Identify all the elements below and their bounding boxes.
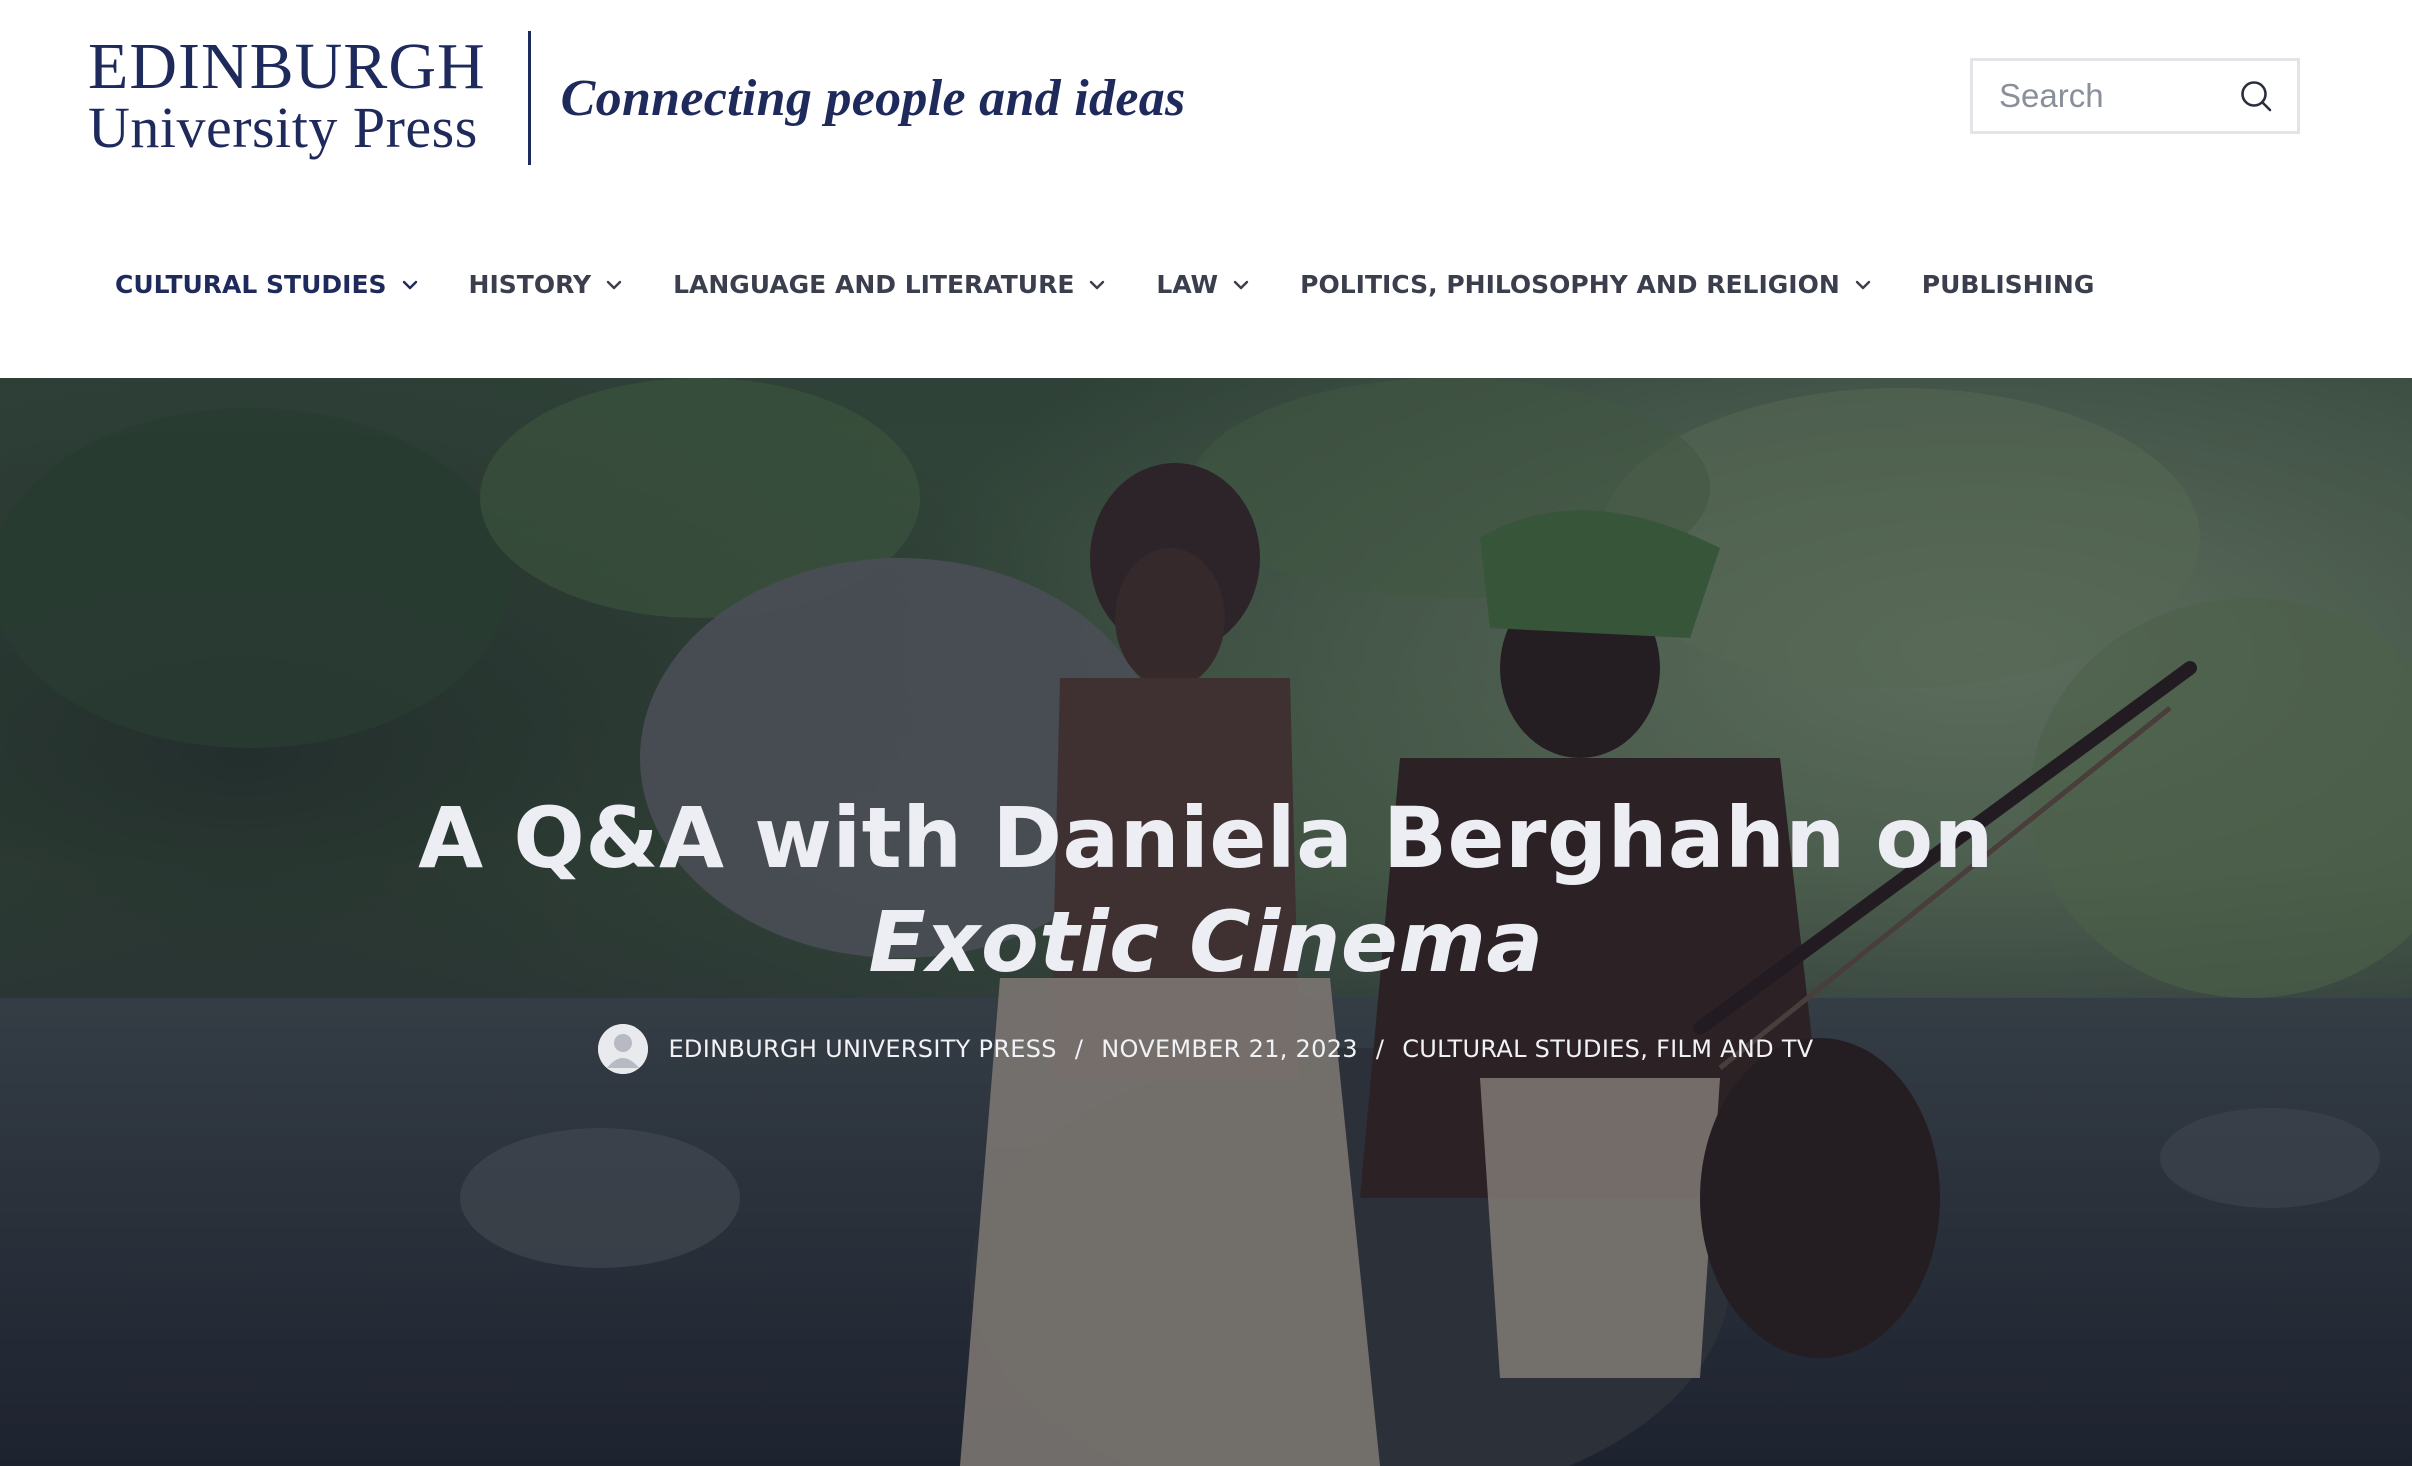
nav-item-history[interactable]: HISTORY [469, 270, 624, 299]
chevron-down-icon [1090, 280, 1105, 289]
meta-separator: / [1375, 1035, 1385, 1063]
logo-divider [527, 31, 531, 165]
nav-item-cultural-studies[interactable]: CULTURAL STUDIES [115, 270, 419, 299]
chevron-down-icon [1233, 280, 1249, 289]
search-icon[interactable] [2237, 77, 2275, 115]
search-box[interactable] [1970, 58, 2300, 134]
category-joiner: , [1640, 1035, 1649, 1063]
nav-item-law[interactable]: LAW [1156, 270, 1250, 299]
nav-item-label: HISTORY [468, 270, 592, 299]
nav-item-label: POLITICS, PHILOSOPHY AND RELIGION [1300, 270, 1840, 299]
nav-item-politics-philosophy-religion[interactable]: POLITICS, PHILOSOPHY AND RELIGION [1300, 270, 1872, 299]
nav-item-language-and-literature[interactable]: LANGUAGE AND LITERATURE [673, 270, 1106, 299]
site-logo[interactable]: EDINBURGH University Press Connecting pe… [88, 28, 1186, 168]
nav-item-label: CULTURAL STUDIES [115, 270, 387, 299]
main-nav: CULTURAL STUDIES HISTORY LANGUAGE AND LI… [115, 270, 2144, 299]
chevron-down-icon [606, 280, 622, 289]
logo-line-university-press: University Press [88, 95, 478, 160]
author-link[interactable]: EDINBURGH UNIVERSITY PRESS [668, 1035, 1056, 1063]
article-title-line1: A Q&A with Daniela Berghahn on [418, 789, 1994, 887]
category-link-cultural-studies[interactable]: CULTURAL STUDIES [1402, 1035, 1640, 1063]
nav-item-label: LANGUAGE AND LITERATURE [673, 270, 1075, 299]
nav-item-label: LAW [1156, 270, 1219, 299]
article-meta: EDINBURGH UNIVERSITY PRESS / NOVEMBER 21… [0, 1024, 2412, 1074]
hero-banner: A Q&A with Daniela Berghahn on Exotic Ci… [0, 378, 2412, 1466]
nav-item-label: PUBLISHING [1921, 270, 2095, 299]
logo-line-edinburgh: EDINBURGH [88, 30, 486, 103]
site-header: EDINBURGH University Press Connecting pe… [0, 0, 2412, 378]
chevron-down-icon [1855, 280, 1870, 289]
chevron-down-icon [402, 280, 417, 289]
search-input[interactable] [1997, 76, 2221, 116]
publish-date: NOVEMBER 21, 2023 [1101, 1035, 1358, 1063]
category-link-film-and-tv[interactable]: FILM AND TV [1656, 1035, 1813, 1063]
meta-separator: / [1074, 1035, 1084, 1063]
logo-tagline: Connecting people and ideas [560, 69, 1186, 127]
avatar [598, 1024, 649, 1074]
article-title: A Q&A with Daniela Berghahn on Exotic Ci… [0, 786, 2412, 994]
logo-wordmark: EDINBURGH University Press [88, 30, 486, 160]
nav-item-publishing[interactable]: PUBLISHING [1922, 270, 2095, 299]
article-title-book-name: Exotic Cinema [868, 893, 1544, 991]
